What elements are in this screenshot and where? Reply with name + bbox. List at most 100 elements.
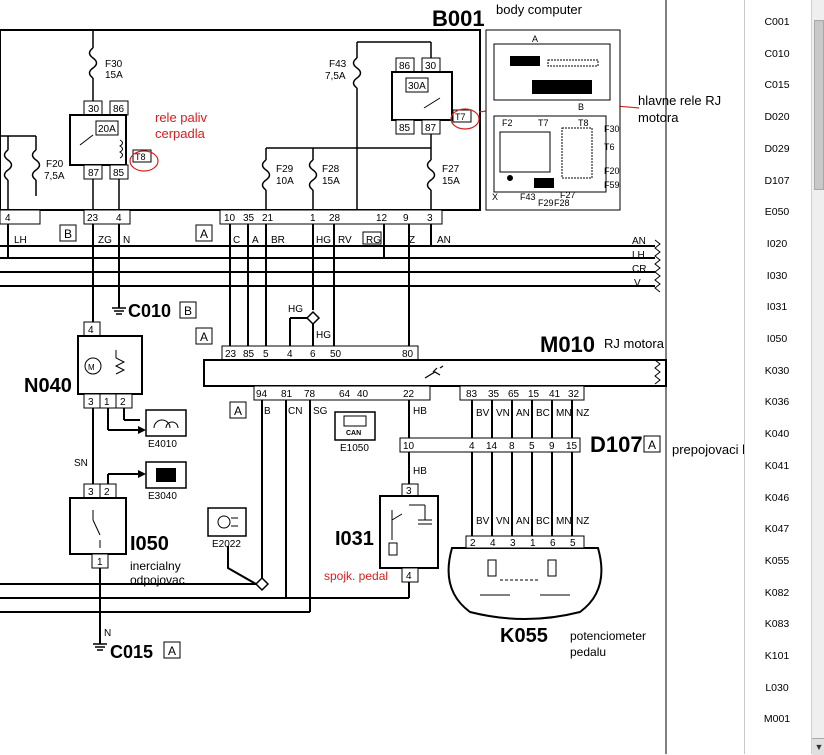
fuse-f30: F30 15A [88,30,123,101]
svg-text:1: 1 [310,213,316,224]
svg-text:4: 4 [406,571,412,582]
svg-text:F43: F43 [520,192,536,202]
svg-text:1: 1 [530,538,536,549]
svg-text:35: 35 [488,389,500,400]
m010-engine-ecu: 23 85 5 4 6 50 80 M010 RJ motora 94 81 7… [203,332,667,401]
sidebar-item-k046[interactable]: K046 [745,492,809,504]
fuse-f27: F27 15A [426,148,460,210]
b001-connector: 4 23 4 10 35 21 1 28 12 9 3 [0,209,443,225]
svg-text:ZG: ZG [98,235,112,246]
sidebar-item-m001[interactable]: M001 [745,713,809,725]
sidebar-scrollbar[interactable]: ▼ [811,0,824,755]
b001-wire-labels: LH ZG N C A BR HG RV RG Z AN [14,235,451,246]
b001-name: body computer [496,2,583,17]
svg-text:F2: F2 [502,118,513,128]
svg-text:3: 3 [88,487,94,498]
svg-text:65: 65 [508,389,520,400]
svg-text:BV: BV [476,516,490,527]
svg-text:41: 41 [549,389,561,400]
sidebar-item-i031[interactable]: I031 [745,301,809,313]
fuse-f43: F43 7,5A [325,41,432,210]
svg-text:21: 21 [262,213,274,224]
svg-text:B: B [264,406,271,417]
svg-text:M: M [88,363,95,372]
svg-text:15A: 15A [105,70,123,81]
svg-text:V: V [634,278,641,289]
sidebar-item-d020[interactable]: D020 [745,111,809,123]
svg-text:28: 28 [329,213,341,224]
svg-text:85: 85 [243,349,255,360]
ground-c015: C015 A [93,641,181,662]
svg-text:7,5A: 7,5A [325,71,346,82]
svg-text:3: 3 [510,538,516,549]
svg-text:83: 83 [466,389,478,400]
svg-text:VN: VN [496,408,510,419]
sidebar-item-d029[interactable]: D029 [745,143,809,155]
sidebar-item-d107[interactable]: D107 [745,175,809,187]
sidebar-item-k083[interactable]: K083 [745,618,809,630]
b001-code: B001 [432,6,485,31]
fuse-f28: F28 15A [308,148,340,210]
svg-text:85: 85 [399,123,411,134]
svg-text:HB: HB [413,406,427,417]
sidebar-item-k030[interactable]: K030 [745,365,809,377]
sidebar-item-c015[interactable]: C015 [745,79,809,91]
svg-text:10: 10 [224,213,236,224]
svg-text:A: A [532,34,538,44]
sidebar-item-k055[interactable]: K055 [745,555,809,567]
k055-pedal-potentiometer: 2 4 3 1 6 5 K055 potenciometer pedalu [447,535,646,659]
svg-text:A: A [252,235,259,246]
svg-text:15A: 15A [322,176,340,187]
svg-text:1: 1 [104,397,110,408]
svg-text:CN: CN [288,406,302,417]
svg-text:94: 94 [256,389,268,400]
svg-text:HG: HG [316,235,331,246]
sidebar-item-i050[interactable]: I050 [745,333,809,345]
sidebar-item-i020[interactable]: I020 [745,238,809,250]
svg-text:E1050: E1050 [340,443,369,454]
svg-text:CR: CR [632,264,646,275]
svg-text:HG: HG [316,330,331,341]
svg-text:14: 14 [486,441,498,452]
annotation-hlavne-rele: hlavne rele RJ [638,93,721,108]
svg-text:MN: MN [556,408,572,419]
sidebar-item-e050[interactable]: E050 [745,206,809,218]
svg-text:N: N [104,628,111,639]
sidebar-item-l030[interactable]: L030 [745,682,809,694]
sidebar-item-k082[interactable]: K082 [745,587,809,599]
fuse-f29: F29 10A [261,148,294,210]
svg-text:LH: LH [632,250,645,261]
svg-text:F30: F30 [604,124,620,134]
sidebar-item-k047[interactable]: K047 [745,523,809,535]
sidebar-item-i030[interactable]: I030 [745,270,809,282]
svg-text:80: 80 [402,349,414,360]
svg-text:86: 86 [113,104,125,115]
e1050-can-icon: CAN E1050 [334,411,376,454]
svg-text:E2022: E2022 [212,539,241,550]
sidebar-item-c010[interactable]: C010 [745,48,809,60]
sidebar-item-k040[interactable]: K040 [745,428,809,440]
e3040-icon: E3040 [107,461,187,502]
n040-fuel-pump: 4 M 3 1 2 N040 SN [24,321,146,484]
sidebar-item-k041[interactable]: K041 [745,460,809,472]
wiring-diagram: B001 body computer F30 15A F43 7,5A 30 8… [0,0,744,754]
e2022-icon: E2022 [207,507,247,550]
scrollbar-thumb[interactable] [814,20,824,190]
svg-text:N040: N040 [24,375,72,397]
svg-text:T8: T8 [135,152,146,162]
sidebar-item-c001[interactable]: C001 [745,16,809,28]
scroll-down-arrow-icon[interactable]: ▼ [812,738,824,755]
sidebar-item-k036[interactable]: K036 [745,396,809,408]
svg-text:K055: K055 [500,625,548,647]
svg-text:15: 15 [528,389,540,400]
svg-text:23: 23 [87,213,99,224]
badge-a2: A [195,327,213,345]
svg-text:40: 40 [357,389,369,400]
annotation-motora: motora [638,110,679,125]
svg-text:B: B [184,304,192,318]
svg-text:87: 87 [425,123,437,134]
component-list-sidebar: C001 C010 C015 D020 D029 D107 E050 I020 I030 I031… [744,0,824,755]
svg-text:F43: F43 [329,59,347,70]
sidebar-item-k101[interactable]: K101 [745,650,809,662]
svg-text:5: 5 [529,441,535,452]
